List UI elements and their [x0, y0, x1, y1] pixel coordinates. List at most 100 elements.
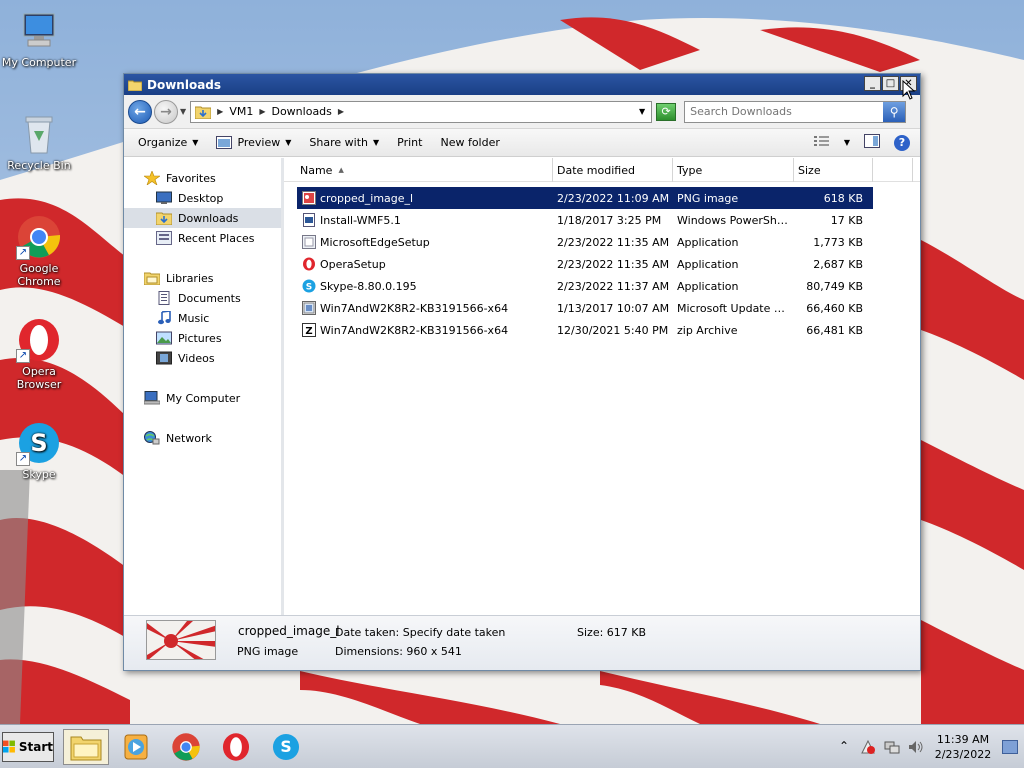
column-header-type[interactable]: Type	[673, 158, 794, 182]
show-hidden-icons-button[interactable]: ⌃	[836, 739, 852, 755]
nav-downloads[interactable]: Downloads	[124, 208, 281, 228]
address-box[interactable]: ▶ VM1 ▶ Downloads ▶ ▼	[190, 100, 653, 123]
search-button[interactable]: ⚲	[883, 101, 906, 122]
breadcrumb-vm1[interactable]: VM1	[229, 105, 253, 118]
file-type: Application	[677, 279, 739, 293]
nav-libraries[interactable]: Libraries	[124, 268, 281, 288]
details-pane: cropped_image_l PNG image Date taken: Sp…	[124, 615, 920, 670]
svg-text:S: S	[30, 429, 47, 457]
nav-my-computer[interactable]: My Computer	[124, 388, 281, 408]
action-center-icon[interactable]	[860, 739, 876, 755]
details-date-taken[interactable]: Date taken: Specify date taken	[335, 626, 505, 639]
share-with-button[interactable]: Share with ▼	[309, 136, 379, 149]
file-row[interactable]: Win7AndW2K8R2-KB3191566-x64 1/13/2017 10…	[297, 297, 873, 319]
nav-videos[interactable]: Videos	[124, 348, 281, 368]
nav-pictures[interactable]: Pictures	[124, 328, 281, 348]
taskbar-media-player-button[interactable]	[113, 729, 159, 765]
opera-icon: ↗	[16, 317, 62, 363]
volume-icon[interactable]	[908, 739, 924, 755]
column-label: Type	[677, 163, 703, 177]
title-bar[interactable]: Downloads _ □ ✕	[124, 74, 920, 95]
nav-favorites[interactable]: Favorites	[124, 168, 281, 188]
view-options-dropdown[interactable]: ▼	[844, 138, 850, 147]
print-button[interactable]: Print	[397, 136, 422, 149]
print-label: Print	[397, 136, 423, 149]
breadcrumb-separator[interactable]: ▶	[259, 107, 265, 116]
taskbar-chrome-button[interactable]	[163, 729, 209, 765]
network-status-icon[interactable]	[884, 739, 900, 755]
file-row[interactable]: MicrosoftEdgeSetup 2/23/2022 11:35 AM Ap…	[297, 231, 873, 253]
documents-icon	[156, 291, 172, 305]
explorer-body: Favorites Desktop Downloads Recent Place…	[124, 158, 920, 617]
forward-button[interactable]: →	[154, 99, 178, 124]
desktop-icon-label: My Computer	[1, 56, 77, 69]
arrow-right-icon: →	[160, 103, 172, 120]
show-desktop-button[interactable]	[1002, 740, 1018, 754]
opera-setup-icon	[303, 257, 315, 271]
nav-label: Favorites	[166, 171, 216, 185]
preview-pane-button[interactable]	[864, 134, 880, 151]
nav-desktop[interactable]: Desktop	[124, 188, 281, 208]
new-folder-button[interactable]: New folder	[440, 136, 499, 149]
chrome-icon: ↗	[16, 214, 62, 260]
taskbar-opera-button[interactable]	[213, 729, 259, 765]
nav-documents[interactable]: Documents	[124, 288, 281, 308]
file-row[interactable]: OperaSetup 2/23/2022 11:35 AM Applicatio…	[297, 253, 873, 275]
desktop-icon-recycle-bin[interactable]: Recycle Bin	[0, 111, 78, 172]
videos-icon	[156, 351, 172, 365]
file-date: 12/30/2021 5:40 PM	[557, 323, 669, 337]
taskbar-skype-button[interactable]: S	[263, 729, 309, 765]
address-history-dropdown[interactable]: ▼	[639, 107, 645, 116]
windows-logo-icon	[3, 740, 15, 753]
file-row[interactable]: cropped_image_l 2/23/2022 11:09 AM PNG i…	[297, 187, 873, 209]
file-name: Skype-8.80.0.195	[320, 279, 417, 293]
maximize-button[interactable]: □	[882, 76, 899, 91]
recent-places-icon	[156, 231, 172, 245]
desktop-icon-label: Opera Browser	[16, 365, 62, 391]
back-button[interactable]: ←	[128, 99, 152, 124]
arrow-left-icon: ←	[134, 103, 146, 120]
column-header-date-modified[interactable]: Date modified	[553, 158, 673, 182]
change-view-button[interactable]	[813, 135, 830, 150]
desktop-icon-skype[interactable]: S ↗ Skype	[0, 420, 78, 481]
nav-network[interactable]: Network	[124, 428, 281, 448]
clock[interactable]: 11:39 AM 2/23/2022	[928, 732, 998, 762]
skype-setup-icon: S	[302, 279, 316, 293]
file-date: 2/23/2022 11:09 AM	[557, 191, 670, 205]
minimize-button[interactable]: _	[864, 76, 881, 91]
nav-music[interactable]: Music	[124, 308, 281, 328]
nav-recent-places[interactable]: Recent Places	[124, 228, 281, 248]
nav-label: Desktop	[178, 191, 224, 205]
column-header-name[interactable]: Name ▲	[296, 158, 553, 182]
desktop-icon-my-computer[interactable]: My Computer	[0, 8, 78, 69]
help-button[interactable]: ?	[894, 134, 910, 151]
organize-button[interactable]: Organize ▼	[138, 136, 198, 149]
breadcrumb-downloads[interactable]: Downloads	[271, 105, 331, 118]
preview-button[interactable]: Preview ▼	[216, 136, 291, 149]
file-row[interactable]: Install-WMF5.1 1/18/2017 3:25 PM Windows…	[297, 209, 873, 231]
taskbar: Start S ⌃ 11:39 AM 2/23/2022	[0, 724, 1024, 768]
desktop-icon-google-chrome[interactable]: ↗ Google Chrome	[0, 214, 78, 288]
powershell-script-icon	[303, 213, 315, 227]
start-button[interactable]: Start	[2, 732, 54, 762]
nav-label: Libraries	[166, 271, 214, 285]
column-header-size[interactable]: Size	[794, 158, 873, 182]
column-label: Size	[798, 163, 821, 177]
refresh-button[interactable]: ⟳	[656, 102, 677, 121]
breadcrumb-separator[interactable]: ▶	[338, 107, 344, 116]
taskbar-explorer-button[interactable]	[63, 729, 109, 765]
file-row[interactable]: Z Win7AndW2K8R2-KB3191566-x64 12/30/2021…	[297, 319, 873, 341]
search-input[interactable]	[685, 105, 884, 118]
libraries-icon	[143, 271, 161, 286]
system-tray: ⌃ 11:39 AM 2/23/2022	[832, 725, 1024, 768]
breadcrumb-separator[interactable]: ▶	[217, 107, 223, 116]
png-image-icon	[302, 191, 316, 205]
edge-setup-icon	[302, 235, 316, 249]
file-row[interactable]: S Skype-8.80.0.195 2/23/2022 11:37 AM Ap…	[297, 275, 873, 297]
file-date: 1/13/2017 10:07 AM	[557, 301, 670, 315]
file-size: 80,749 KB	[806, 279, 863, 293]
downloads-folder-icon	[195, 106, 212, 119]
command-bar: Organize ▼ Preview ▼ Share with ▼ Print …	[124, 129, 920, 157]
desktop-icon-opera-browser[interactable]: ↗ Opera Browser	[0, 317, 78, 391]
recent-pages-dropdown[interactable]: ▼	[180, 107, 186, 116]
